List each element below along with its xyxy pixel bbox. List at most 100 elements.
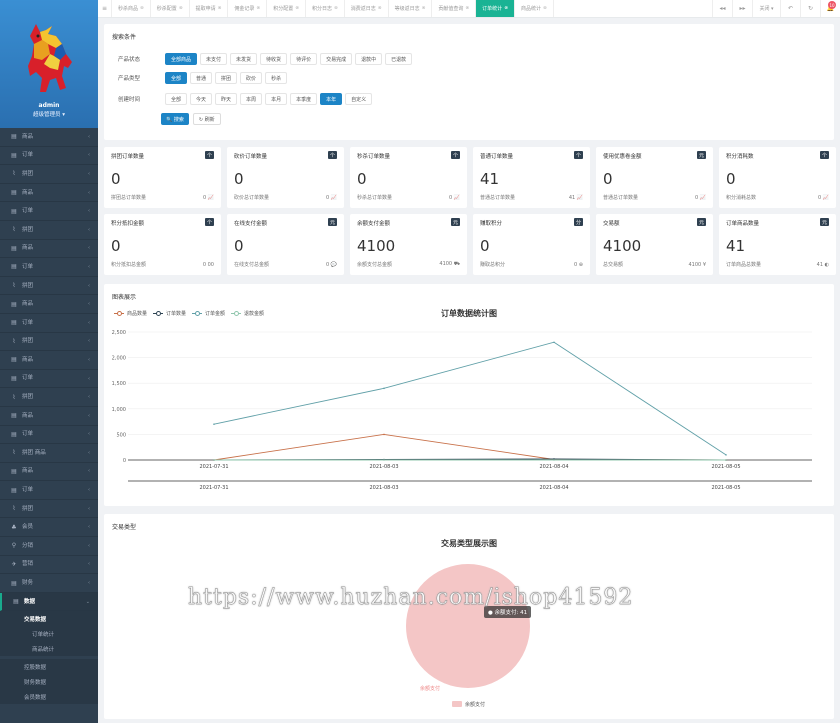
tab-item[interactable]: 商品统计 ⊗: [515, 0, 554, 17]
close-icon[interactable]: ⊗: [256, 6, 260, 11]
sidebar-item[interactable]: ▤ 订单 ‹: [0, 481, 98, 500]
close-icon[interactable]: ⊗: [543, 6, 547, 11]
sidebar-item[interactable]: ⚲ 分销 ‹: [0, 537, 98, 556]
filter-option-button[interactable]: 未发货: [230, 53, 258, 65]
close-icon[interactable]: ⊗: [179, 6, 183, 11]
filter-option-button[interactable]: 退款中: [355, 53, 383, 65]
data-point[interactable]: [213, 423, 215, 425]
filter-option-button[interactable]: 自定义: [345, 93, 373, 105]
sidebar-item[interactable]: ⌇ 拼团 ‹: [0, 221, 98, 240]
sidebar-item[interactable]: ▤ 订单 ‹: [0, 202, 98, 221]
notification-bell-icon[interactable]: 🔔10: [820, 0, 840, 17]
close-icon[interactable]: ⊗: [504, 6, 508, 11]
data-point[interactable]: [213, 459, 215, 461]
sidebar-role-dropdown[interactable]: 超级管理员 ▾: [0, 110, 98, 118]
close-icon[interactable]: ⊗: [334, 6, 338, 11]
sidebar-item[interactable]: ▤ 财务 ‹: [0, 574, 98, 593]
sidebar-item[interactable]: ⌇ 拼团 商品 ‹: [0, 444, 98, 463]
sidebar-item[interactable]: ▤ 商品 ‹: [0, 240, 98, 259]
close-icon[interactable]: ⊗: [218, 6, 222, 11]
undo-icon[interactable]: ↶: [780, 0, 800, 17]
sidebar-item[interactable]: ▤ 订单 ‹: [0, 314, 98, 333]
sidebar-subitem-finance-data[interactable]: 财务数据: [0, 674, 98, 690]
refresh-button[interactable]: ↻ 刷新: [192, 113, 221, 125]
tab-item[interactable]: 秒杀配置 ⊗: [151, 0, 190, 17]
close-tabs-dropdown[interactable]: 关闭 ▾: [752, 0, 780, 17]
sidebar-item[interactable]: ⌇ 拼团 ‹: [0, 165, 98, 184]
filter-option-button[interactable]: 秒杀: [265, 72, 288, 84]
data-point[interactable]: [553, 341, 555, 344]
filter-option-button[interactable]: 待收货: [260, 53, 288, 65]
filter-option-button[interactable]: 本月: [265, 93, 288, 105]
tab-item[interactable]: 消费返日志 ⊗: [345, 0, 389, 17]
data-point[interactable]: [383, 433, 385, 436]
sidebar-subitem-holding-data[interactable]: 控股数据: [0, 659, 98, 675]
menu-toggle-icon[interactable]: ≡: [98, 0, 112, 17]
close-icon[interactable]: ⊗: [378, 6, 382, 11]
data-point[interactable]: [553, 459, 555, 461]
filter-option-button[interactable]: 今天: [190, 93, 213, 105]
pie-slice-balance[interactable]: [406, 564, 530, 688]
tab-item[interactable]: 提取申请 ⊗: [190, 0, 229, 17]
sidebar-item[interactable]: ▤ 商品 ‹: [0, 407, 98, 426]
sidebar-item[interactable]: ⌇ 拼团 ‹: [0, 388, 98, 407]
close-icon[interactable]: ⊗: [465, 6, 469, 11]
filter-option-button[interactable]: 本季度: [290, 93, 318, 105]
sidebar-subitem-product-stats[interactable]: 商品统计: [0, 641, 98, 657]
stat-card-badge: 个: [204, 151, 214, 159]
search-button[interactable]: 🔍 搜索: [161, 113, 189, 125]
sidebar-subitem-order-stats[interactable]: 订单统计: [0, 626, 98, 642]
close-icon[interactable]: ⊗: [140, 6, 144, 11]
sidebar-item[interactable]: ▤ 订单 ‹: [0, 370, 98, 389]
filter-option-button[interactable]: 昨天: [215, 93, 238, 105]
tab-item[interactable]: 贡献值查询 ⊗: [432, 0, 477, 17]
close-icon[interactable]: ⊗: [422, 6, 426, 11]
sidebar-item[interactable]: ▤ 订单 ‹: [0, 426, 98, 445]
filter-option-button[interactable]: 未支付: [200, 53, 228, 65]
sidebar-item[interactable]: ▤ 商品 ‹: [0, 128, 98, 147]
filter-option-button[interactable]: 全部商品: [165, 53, 198, 65]
filter-option-button[interactable]: 砍价: [240, 72, 263, 84]
tab-item[interactable]: 等级返日志 ⊗: [389, 0, 433, 17]
filter-option-button[interactable]: 全部: [165, 72, 188, 84]
filter-option-button[interactable]: 待评价: [290, 53, 318, 65]
refresh-icon[interactable]: ↻: [800, 0, 820, 17]
sidebar-item-label: 拼团 商品: [22, 449, 46, 456]
sidebar-item[interactable]: ▤ 商品 ‹: [0, 184, 98, 203]
data-point[interactable]: [725, 454, 727, 456]
data-point[interactable]: [725, 459, 727, 461]
filter-option-button[interactable]: 普通: [190, 72, 213, 84]
sidebar-username[interactable]: admin: [0, 102, 98, 109]
sidebar-subitem-member-data[interactable]: 会员数据: [0, 689, 98, 705]
filter-option-button[interactable]: 本年: [320, 93, 343, 105]
tab-item[interactable]: 订单统计 ⊗: [476, 0, 515, 17]
filter-option-button[interactable]: 已退款: [385, 53, 413, 65]
filter-option-button[interactable]: 本周: [240, 93, 263, 105]
data-point[interactable]: [383, 387, 385, 390]
sidebar-item[interactable]: ♣ 会员 ‹: [0, 518, 98, 538]
sidebar-item[interactable]: ⌇ 拼团 ‹: [0, 500, 98, 519]
sidebar-item[interactable]: ▤ 商品 ‹: [0, 463, 98, 482]
filter-option-button[interactable]: 交易完成: [320, 53, 353, 65]
sidebar-item-data[interactable]: ▤ 数据 ⌄: [0, 592, 98, 612]
scroll-right-icon[interactable]: ▸▸: [732, 0, 752, 17]
sidebar-item[interactable]: ▤ 商品 ‹: [0, 351, 98, 370]
sidebar-item[interactable]: ✈ 营销 ‹: [0, 556, 98, 575]
tab-item[interactable]: 积分配置 ⊗: [267, 0, 306, 17]
sidebar-subitem-trade-data[interactable]: 交易数据: [0, 611, 98, 627]
sidebar-item[interactable]: ▤ 订单 ‹: [0, 258, 98, 277]
filter-option-button[interactable]: 全部: [165, 93, 188, 105]
tab-item[interactable]: 秒杀商品 ⊗: [112, 0, 151, 17]
stat-card: 拼团订单数量 个 0 拼团总订单数量 0 📈: [104, 147, 221, 208]
tab-item[interactable]: 积分日志 ⊗: [306, 0, 345, 17]
sidebar-item[interactable]: ▤ 订单 ‹: [0, 147, 98, 166]
sidebar-item[interactable]: ⌇ 拼团 ‹: [0, 277, 98, 296]
sidebar-item[interactable]: ⌇ 拼团 ‹: [0, 333, 98, 352]
tab-item[interactable]: 佣金记录 ⊗: [228, 0, 268, 17]
sidebar-item[interactable]: ▤ 商品 ‹: [0, 295, 98, 314]
filter-option-button[interactable]: 拼团: [215, 72, 238, 84]
close-icon[interactable]: ⊗: [295, 6, 299, 11]
pie-legend-label[interactable]: 余额支付: [465, 701, 485, 708]
scroll-left-icon[interactable]: ◂◂: [712, 0, 732, 17]
data-point[interactable]: [383, 459, 385, 461]
